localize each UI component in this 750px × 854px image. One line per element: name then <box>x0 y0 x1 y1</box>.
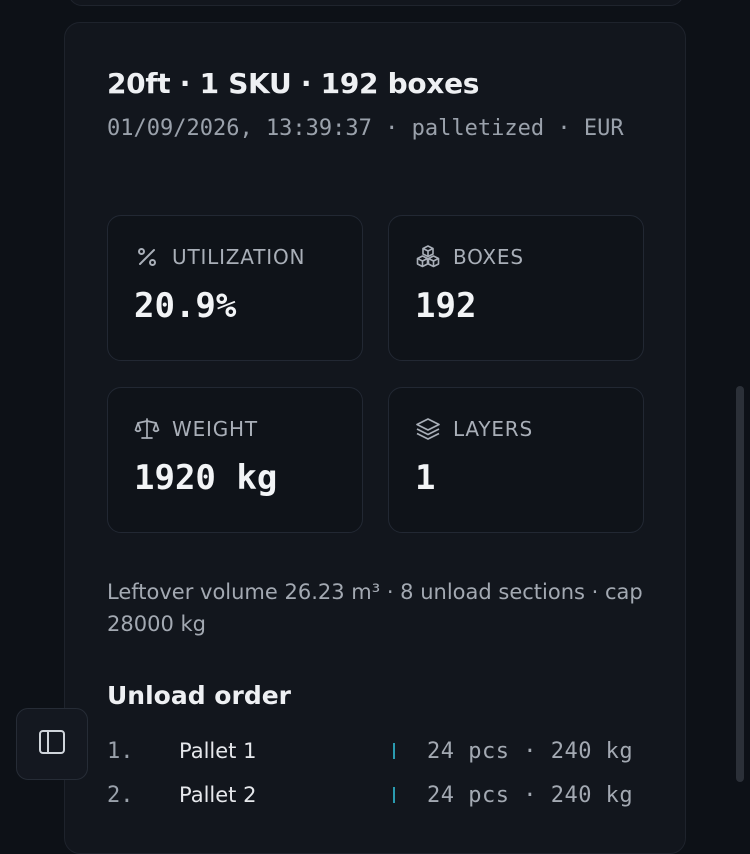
unload-row-index: 1. <box>107 738 134 764</box>
section-marker <box>393 787 395 803</box>
unload-order-title: Unload order <box>107 681 291 710</box>
unload-row[interactable]: 2. Pallet 2 24 pcs · 240 kg <box>107 775 647 815</box>
unload-row-meta: 24 pcs · 240 kg <box>427 738 634 764</box>
layers-icon <box>415 416 441 442</box>
stat-boxes: BOXES 192 <box>388 215 644 361</box>
percent-icon <box>134 244 160 270</box>
stat-label: WEIGHT <box>172 417 258 441</box>
stat-label: UTILIZATION <box>172 245 306 269</box>
summary-subtitle: 01/09/2026, 13:39:37 · palletized · EUR <box>107 116 624 141</box>
sidebar-icon <box>37 727 67 761</box>
section-marker <box>393 743 395 759</box>
stat-label: LAYERS <box>453 417 533 441</box>
stat-value: 192 <box>415 286 477 326</box>
stat-layers: LAYERS 1 <box>388 387 644 533</box>
stat-weight: WEIGHT 1920 kg <box>107 387 363 533</box>
container-summary-card: 20ft · 1 SKU · 192 boxes 01/09/2026, 13:… <box>64 22 686 854</box>
stat-value: 1 <box>415 458 436 498</box>
sidebar-toggle-button[interactable] <box>16 708 88 780</box>
summary-title: 20ft · 1 SKU · 192 boxes <box>107 67 480 100</box>
leftover-note: Leftover volume 26.23 m³ · 8 unload sect… <box>107 580 643 636</box>
stat-label: BOXES <box>453 245 524 269</box>
stat-value: 20.9% <box>134 286 237 326</box>
previous-card <box>68 0 684 6</box>
boxes-icon <box>415 244 441 270</box>
scale-icon <box>134 416 160 442</box>
unload-row-name: Pallet 1 <box>179 739 257 763</box>
stat-value: 1920 kg <box>134 458 278 498</box>
scrollbar-thumb[interactable] <box>736 386 744 782</box>
unload-row-index: 2. <box>107 782 134 808</box>
unload-row[interactable]: 1. Pallet 1 24 pcs · 240 kg <box>107 731 647 771</box>
unload-row-meta: 24 pcs · 240 kg <box>427 782 634 808</box>
stat-utilization: UTILIZATION 20.9% <box>107 215 363 361</box>
unload-row-name: Pallet 2 <box>179 783 257 807</box>
